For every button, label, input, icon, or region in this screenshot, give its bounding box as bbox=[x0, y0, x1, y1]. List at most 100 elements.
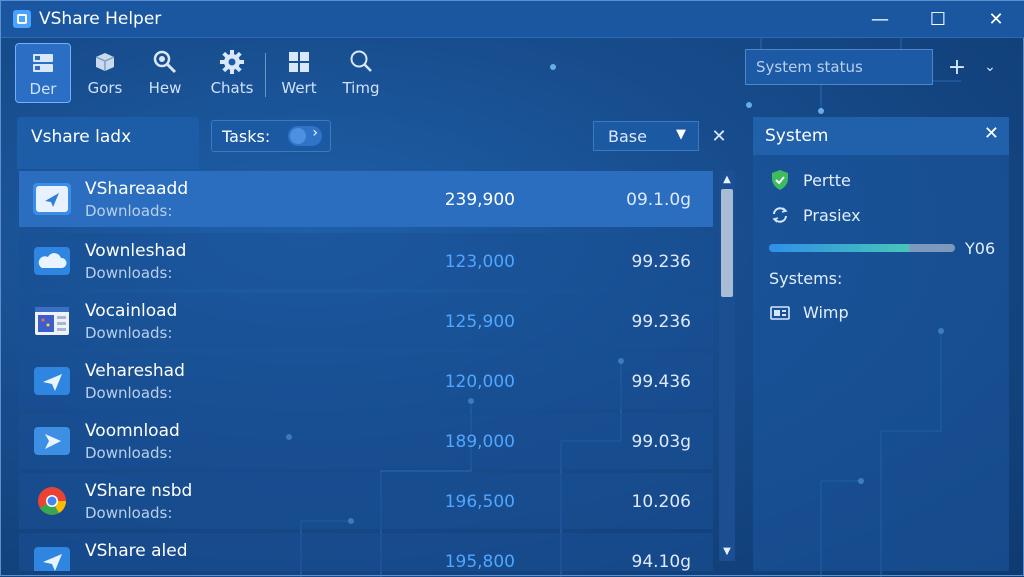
chevron-down-icon: ▼ bbox=[676, 127, 686, 142]
add-button[interactable]: + bbox=[941, 49, 973, 85]
item-name: Vehareshad bbox=[85, 361, 185, 381]
toolbar-label: Wert bbox=[281, 79, 317, 97]
item-count: 189,000 bbox=[444, 432, 515, 452]
item-name: VShare aled bbox=[85, 541, 188, 561]
app-window-icon bbox=[33, 305, 71, 337]
item-count: 125,900 bbox=[444, 312, 515, 332]
send-icon bbox=[33, 365, 71, 397]
gear-icon bbox=[219, 47, 245, 77]
item-count: 196,500 bbox=[444, 492, 515, 512]
list-item[interactable]: Voomnload Downloads: 189,000 99.03g bbox=[19, 413, 713, 469]
item-count: 239,900 bbox=[444, 190, 515, 210]
item-size: 10.206 bbox=[631, 492, 691, 512]
grid-icon bbox=[287, 47, 311, 77]
base-close-button[interactable]: ✕ bbox=[703, 121, 735, 151]
system-item-prasiex[interactable]: Prasiex bbox=[769, 205, 861, 225]
item-subtitle: Downloads: bbox=[85, 264, 173, 282]
system-item-wimp[interactable]: Wimp bbox=[769, 303, 849, 322]
tasks-label: Tasks: bbox=[222, 127, 271, 146]
toolbar-label: Der bbox=[29, 80, 57, 98]
maximize-button[interactable]: ☐ bbox=[909, 1, 967, 37]
item-subtitle: Downloads: bbox=[85, 384, 173, 402]
package-icon bbox=[93, 47, 117, 77]
chrome-icon bbox=[33, 485, 71, 517]
toolbar-label: Timg bbox=[342, 79, 380, 97]
list-item[interactable]: VShare aled 195,800 94.10g bbox=[19, 533, 713, 571]
tasks-filter: Tasks: bbox=[211, 120, 331, 152]
item-size: 94.10g bbox=[631, 552, 691, 571]
progress-fill bbox=[769, 244, 909, 252]
item-name: Vocainload bbox=[85, 301, 178, 321]
scroll-thumb[interactable] bbox=[721, 189, 733, 297]
item-size: 99.436 bbox=[631, 372, 691, 392]
window-title: VShare Helper bbox=[39, 9, 162, 29]
item-size: 09.1.0g bbox=[626, 190, 691, 210]
item-count: 120,000 bbox=[444, 372, 515, 392]
window-controls: — ☐ ✕ bbox=[851, 1, 1024, 37]
list-item[interactable]: Vownleshad Downloads: 123,000 99.236 bbox=[19, 233, 713, 289]
device-icon bbox=[769, 305, 791, 321]
search-icon bbox=[348, 47, 374, 77]
list-item[interactable]: VShare nsbd Downloads: 196,500 10.206 bbox=[19, 473, 713, 529]
item-name: Voomnload bbox=[85, 421, 180, 441]
toolbar-gors-button[interactable]: Gors bbox=[77, 43, 133, 103]
base-dropdown[interactable]: Base ▼ bbox=[593, 121, 699, 151]
system-progress-bar bbox=[769, 244, 955, 252]
system-panel-close-button[interactable]: ✕ bbox=[984, 123, 999, 144]
title-bar: VShare Helper — ☐ ✕ bbox=[1, 1, 1024, 38]
system-item-pertte[interactable]: Pertte bbox=[769, 169, 851, 191]
system-item-label: Wimp bbox=[803, 303, 849, 322]
close-button[interactable]: ✕ bbox=[967, 1, 1024, 37]
toolbar-hew-button[interactable]: Hew bbox=[137, 43, 193, 103]
item-size: 99.236 bbox=[631, 252, 691, 272]
sync-icon bbox=[769, 205, 791, 225]
toolbar-label: Hew bbox=[148, 79, 182, 97]
tab-label: Vshare ladx bbox=[31, 127, 132, 147]
minimize-button[interactable]: — bbox=[851, 1, 909, 37]
item-size: 99.03g bbox=[631, 432, 691, 452]
list-item[interactable]: VShareaadd Downloads: 239,900 09.1.0g bbox=[19, 171, 713, 227]
downloads-list: VShareaadd Downloads: 239,900 09.1.0g Vo… bbox=[19, 171, 713, 571]
toolbar-label: Chats bbox=[210, 79, 254, 97]
toolbar-timg-button[interactable]: Timg bbox=[333, 43, 389, 103]
app-window: VShare Helper — ☐ ✕ Der Gors Hew Chats W… bbox=[0, 0, 1024, 577]
cloud-icon bbox=[33, 245, 71, 277]
list-item[interactable]: Vocainload Downloads: 125,900 99.236 bbox=[19, 293, 713, 349]
send-icon bbox=[33, 545, 71, 571]
scroll-down-button[interactable]: ▼ bbox=[719, 545, 735, 559]
system-panel-title: System bbox=[765, 126, 829, 146]
progress-label: Y06 bbox=[965, 239, 996, 258]
item-subtitle: Downloads: bbox=[85, 444, 173, 462]
systems-section-heading: Systems: bbox=[769, 269, 843, 288]
item-subtitle: Downloads: bbox=[85, 324, 173, 342]
tasks-toggle[interactable] bbox=[288, 125, 322, 146]
magnifier-icon bbox=[152, 47, 178, 77]
item-name: Vownleshad bbox=[85, 241, 187, 261]
system-item-label: Pertte bbox=[803, 170, 851, 190]
system-panel: System ✕ Pertte Prasiex Y06 Systems: Wim… bbox=[753, 117, 1009, 571]
toolbar-der-button[interactable]: Der bbox=[15, 43, 71, 103]
list-item[interactable]: Vehareshad Downloads: 120,000 99.436 bbox=[19, 353, 713, 409]
toolbar-label: Gors bbox=[87, 79, 123, 97]
tab-vshare-ladx[interactable]: Vshare ladx bbox=[17, 117, 199, 169]
shield-icon bbox=[769, 169, 791, 191]
system-panel-header: System ✕ bbox=[753, 117, 1009, 155]
send-icon bbox=[33, 183, 71, 215]
item-name: VShareaadd bbox=[85, 179, 189, 199]
toolbar-chats-button[interactable]: Chats bbox=[204, 43, 260, 103]
item-count: 195,800 bbox=[444, 552, 515, 571]
item-subtitle: Downloads: bbox=[85, 202, 173, 220]
item-count: 123,000 bbox=[444, 252, 515, 272]
toolbar-separator bbox=[265, 53, 266, 97]
list-scrollbar[interactable]: ▲ ▼ bbox=[719, 171, 735, 561]
drive-icon bbox=[31, 48, 55, 78]
base-dropdown-value: Base bbox=[608, 127, 647, 146]
item-size: 99.236 bbox=[631, 312, 691, 332]
chevron-down-icon[interactable]: ⌄ bbox=[977, 49, 1003, 85]
system-status-input[interactable] bbox=[745, 49, 933, 85]
scroll-up-button[interactable]: ▲ bbox=[719, 173, 735, 187]
system-item-label: Prasiex bbox=[803, 205, 861, 225]
navigate-icon bbox=[33, 425, 71, 457]
toolbar-wert-button[interactable]: Wert bbox=[271, 43, 327, 103]
item-subtitle: Downloads: bbox=[85, 504, 173, 522]
